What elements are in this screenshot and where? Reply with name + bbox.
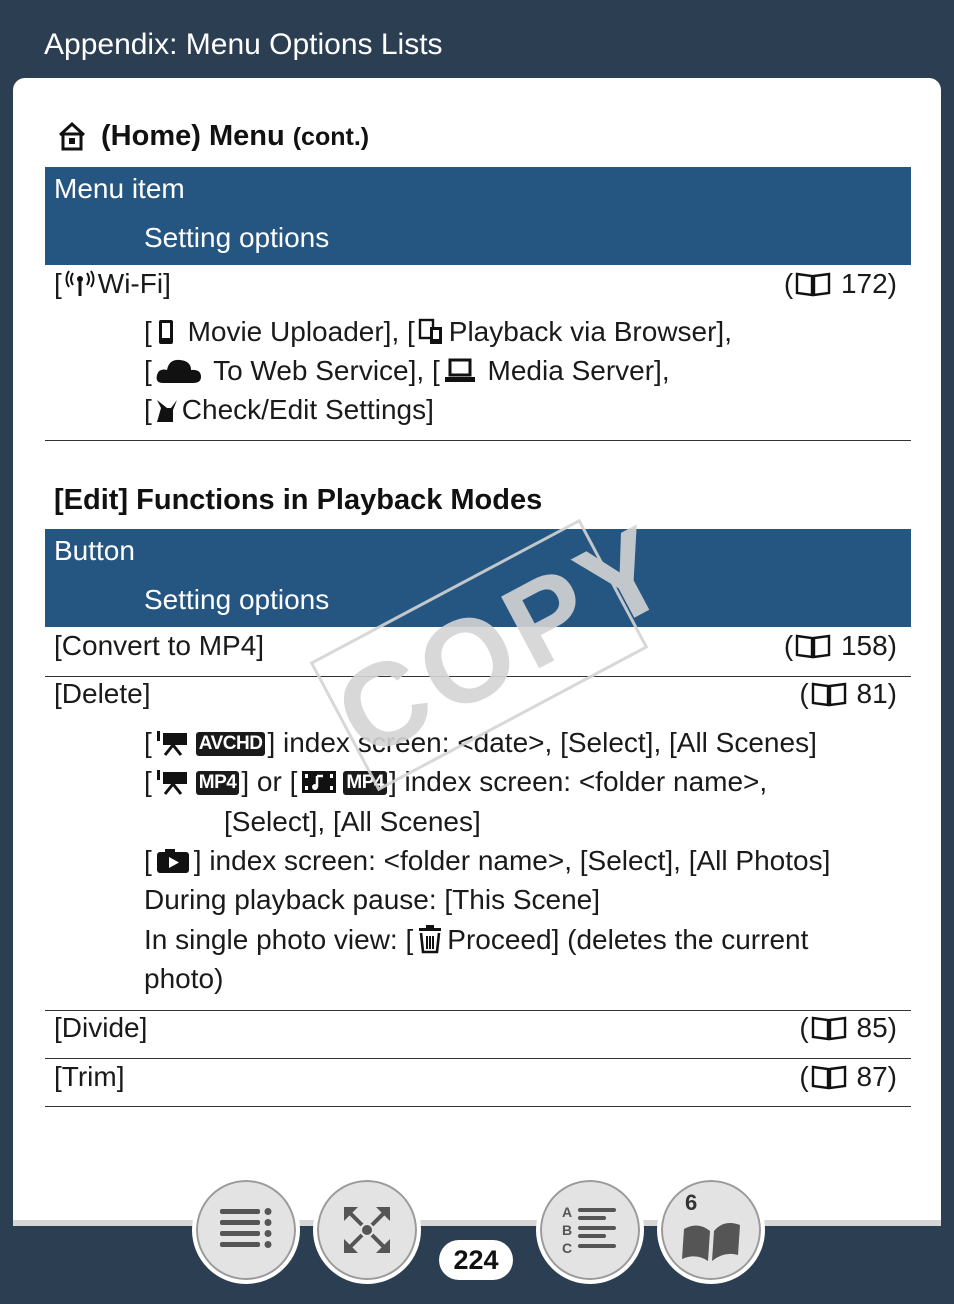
book-icon [811, 1016, 846, 1041]
book-icon [811, 1065, 846, 1090]
browser-playback-icon [418, 318, 442, 344]
wifi-options-line2: [ To Web Service], [ Media Server], [144, 355, 670, 387]
avchd-badge: AVCHD [195, 732, 266, 756]
movie-camera-icon [156, 731, 187, 756]
bracket: [ [144, 355, 152, 386]
delete-ref[interactable]: ( 81) [799, 678, 897, 710]
check-edit-settings-icon [156, 400, 177, 422]
ref-paren: ( [783, 268, 794, 299]
smartphone-icon [158, 320, 173, 344]
bracket: [ [144, 316, 152, 347]
ref-page: 87) [856, 1061, 897, 1092]
laptop-icon [444, 358, 475, 382]
wifi-ref[interactable]: ( 172) [784, 268, 897, 300]
home-icon [58, 121, 86, 151]
divider [45, 440, 911, 441]
convert-mp4-ref[interactable]: ( 158) [784, 630, 897, 662]
home-table-header: Menu item Setting options [45, 167, 911, 265]
video-snapshot-icon [302, 771, 337, 793]
col-menu-item: Menu item [54, 173, 185, 204]
photo-playback-icon [156, 849, 189, 873]
edit-section-title: [Edit] Functions in Playback Modes [54, 484, 543, 516]
delete-line2: [MP4] or [MP4] index screen: <folder nam… [144, 766, 767, 798]
bracket: [ [144, 766, 152, 797]
index-icon: A B C [562, 1204, 616, 1256]
col-setting-options: Setting options [144, 584, 330, 615]
check-edit-text: Check/Edit Settings] [181, 394, 434, 425]
delete-line4: [ ] index screen: <folder name>, [Select]… [144, 845, 830, 877]
header-title: Appendix: Menu Options Lists [44, 28, 443, 61]
cloud-icon [156, 359, 201, 383]
fullscreen-button[interactable] [313, 1176, 421, 1284]
ref-page: 158) [840, 630, 897, 661]
delete-line6-b: Proceed] (deletes the current [447, 924, 809, 955]
delete-line6: In single photo view: [ Proceed] (deletes… [144, 924, 808, 956]
media-server-text: Media Server], [487, 355, 670, 386]
svg-text:A: A [562, 1204, 572, 1220]
ref-page: 85) [856, 1012, 897, 1043]
svg-text:C: C [562, 1240, 572, 1256]
bracket: [ [54, 268, 62, 299]
book-icon [811, 682, 846, 707]
svg-text:B: B [562, 1222, 572, 1238]
delete-line7: photo) [144, 963, 224, 994]
convert-mp4-label: [Convert to MP4] [54, 630, 265, 661]
contents-icon [220, 1208, 272, 1248]
delete-line2-or: ] or [ [241, 766, 298, 797]
wifi-text: Wi-Fi] [97, 268, 171, 299]
trash-icon [419, 925, 442, 954]
divider [45, 1058, 911, 1059]
home-title-suffix: (cont.) [292, 123, 370, 151]
bracket: [ [144, 845, 152, 876]
book-icon [795, 272, 831, 297]
delete-line3: [Select], [All Scenes] [224, 806, 481, 837]
divider [45, 1106, 911, 1107]
web-service-text: To Web Service], [ [213, 355, 440, 386]
delete-line6-a: In single photo view: [ [144, 924, 414, 955]
bottom-strip [13, 1220, 941, 1226]
movie-uploader-text: Movie Uploader], [ [187, 316, 415, 347]
wifi-icon [65, 270, 95, 296]
chapter-book-icon [682, 1223, 740, 1261]
page-number: 224 [439, 1240, 513, 1280]
fullscreen-icon [344, 1207, 390, 1253]
col-button: Button [54, 535, 135, 566]
ref-page: 81) [856, 678, 897, 709]
wifi-options-line1: [ Movie Uploader], [ Playback via Browser… [144, 316, 732, 348]
bracket: [ [144, 727, 152, 758]
chapter-button[interactable]: 6 [657, 1176, 765, 1284]
mp4-badge: MP4 [195, 771, 240, 795]
book-icon [795, 634, 831, 659]
delete-line2-text: ] index screen: <folder name>, [388, 766, 768, 797]
delete-label: [Delete] [54, 678, 151, 709]
wifi-label: [ Wi-Fi] [54, 268, 171, 300]
trim-ref[interactable]: ( 87) [799, 1061, 897, 1093]
home-title-text: (Home) Menu [101, 120, 285, 152]
index-button[interactable]: A B C [536, 1176, 644, 1284]
chapter-number: 6 [685, 1190, 698, 1215]
ref-page: 172) [840, 268, 897, 299]
trim-label: [Trim] [54, 1061, 125, 1092]
wifi-options-line3: [ Check/Edit Settings] [144, 394, 434, 426]
contents-button[interactable] [192, 1176, 300, 1284]
col-setting-options: Setting options [144, 222, 330, 253]
delete-line5: During playback pause: [This Scene] [144, 884, 601, 915]
divide-ref[interactable]: ( 85) [799, 1012, 897, 1044]
home-section-title: (Home) Menu (cont.) [54, 120, 369, 153]
delete-line4-text: ] index screen: <folder name>, [Select],… [193, 845, 831, 876]
divider [45, 1010, 911, 1011]
divide-label: [Divide] [54, 1012, 148, 1043]
playback-browser-text: Playback via Browser], [448, 316, 732, 347]
bracket: [ [144, 394, 152, 425]
movie-camera-icon [156, 770, 187, 795]
